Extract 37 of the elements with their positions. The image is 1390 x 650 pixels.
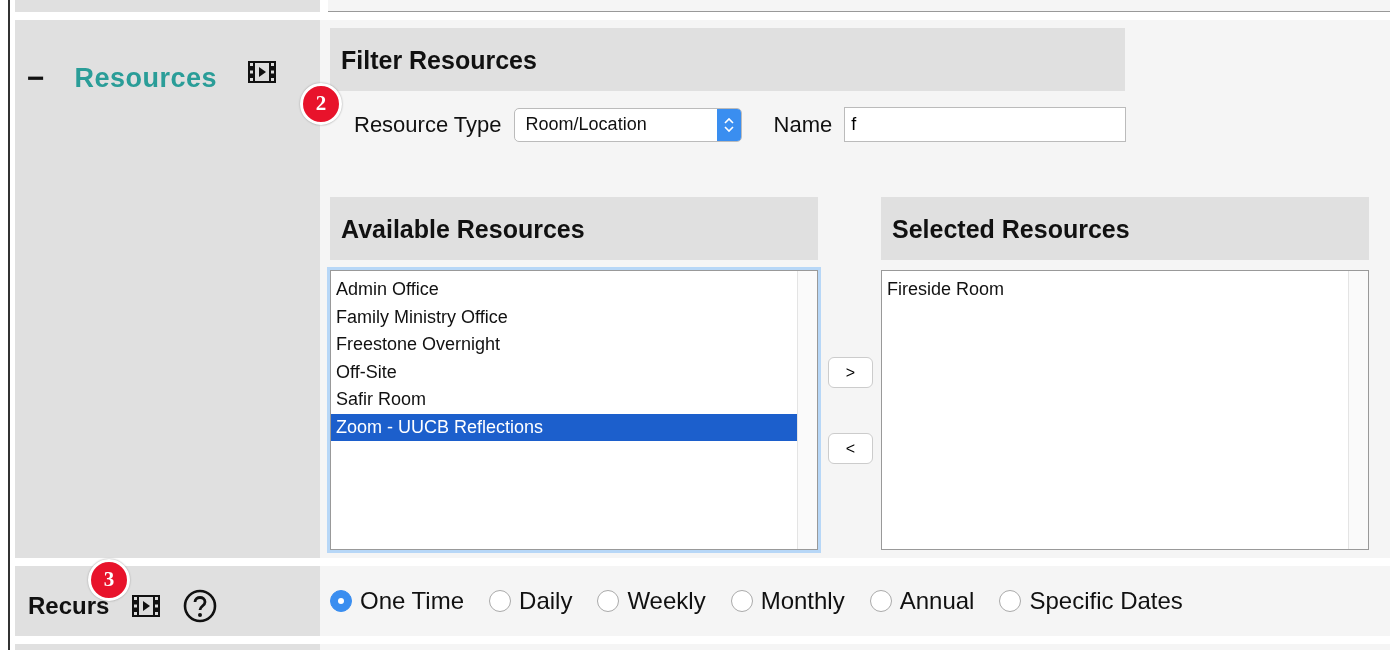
panel-header: Filter Resources (330, 28, 1125, 91)
radio-option[interactable]: One Time (330, 583, 465, 619)
radio-option[interactable]: Specific Dates (999, 583, 1183, 619)
film-icon[interactable] (247, 60, 278, 85)
panel-header: Available Resources (330, 197, 818, 260)
resource-list[interactable]: Fireside Room (881, 270, 1369, 550)
move-button[interactable]: > (828, 357, 873, 388)
collapse-toggle[interactable]: − (27, 63, 45, 94)
field-label: Resource Type (354, 111, 502, 139)
step-badge: 3 (88, 559, 130, 601)
list-item[interactable]: Fireside Room (882, 276, 1348, 304)
list-item[interactable]: Freestone Overnight (331, 331, 797, 359)
radio-button[interactable] (730, 590, 753, 612)
list-item[interactable]: Zoom - UUCB Reflections (331, 413, 797, 441)
radio-button[interactable] (869, 590, 892, 612)
list-item[interactable]: Admin Office (331, 276, 797, 304)
help-icon[interactable] (183, 589, 218, 623)
panel-header: Selected Resources (881, 197, 1369, 260)
move-button[interactable]: < (828, 433, 873, 464)
list-item[interactable]: Safir Room (331, 386, 797, 414)
radio-option[interactable]: Annual (869, 583, 975, 619)
name-field[interactable]: f (844, 107, 1127, 142)
resource-list[interactable]: Admin Office Family Ministry Office Freestone Overnight Off-Site Safir Room Zoom - UUCB Reflections (330, 270, 818, 550)
radio-button[interactable] (999, 590, 1022, 612)
radio-button[interactable] (597, 590, 620, 612)
section-title: Resources (74, 62, 218, 95)
list-item[interactable]: Off-Site (331, 358, 797, 386)
list-item[interactable]: Family Ministry Office (331, 303, 797, 331)
film-icon[interactable] (131, 594, 162, 618)
radio-option[interactable]: Monthly (730, 583, 845, 619)
updown-icon (723, 116, 734, 133)
radio-option[interactable]: Weekly (597, 583, 706, 619)
field-label: Name (773, 111, 833, 139)
radio-option[interactable]: Daily (489, 583, 573, 619)
resource-type-select[interactable]: Room/Location (513, 107, 742, 142)
radio-button[interactable] (330, 590, 352, 612)
radio-button[interactable] (489, 590, 512, 612)
